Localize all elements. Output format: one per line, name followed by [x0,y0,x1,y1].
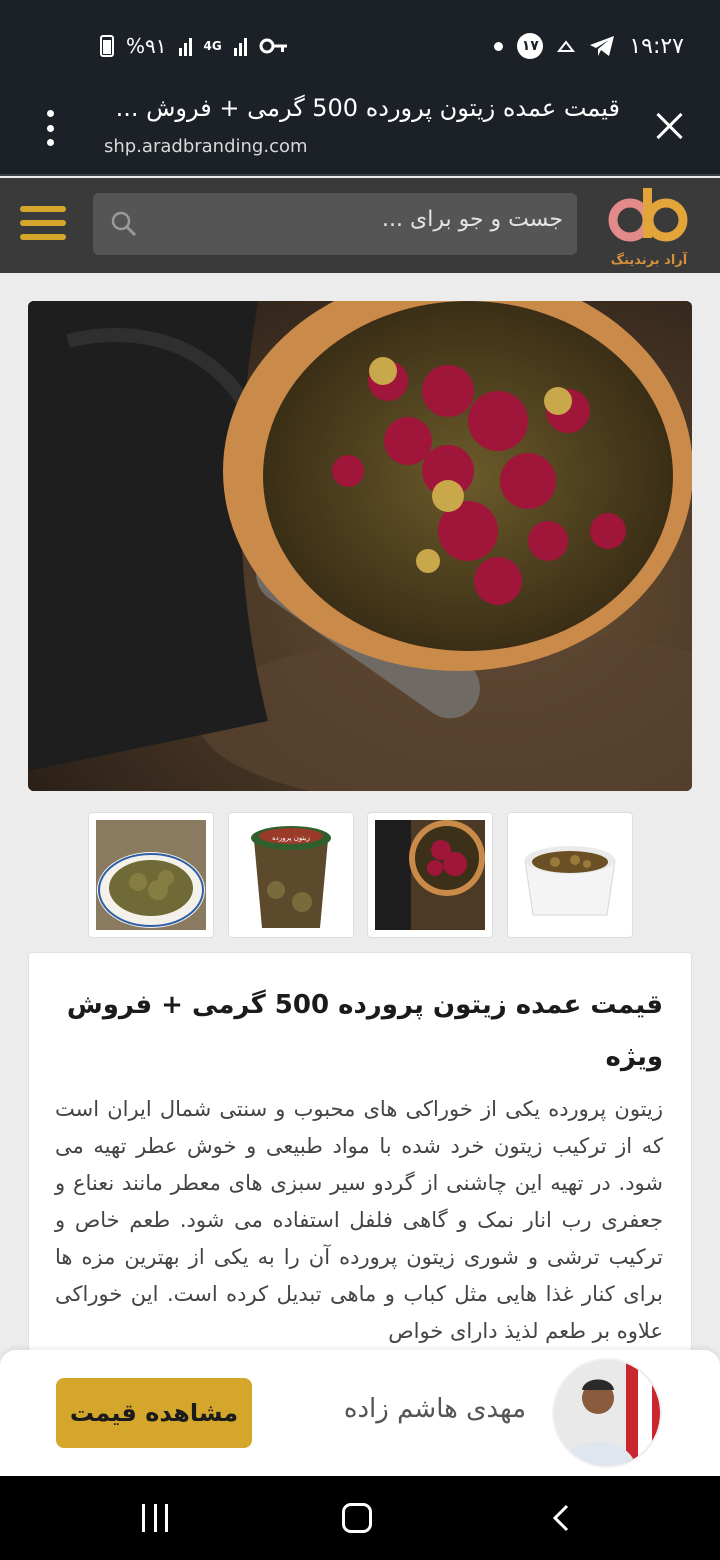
browser-tab-bar: قیمت عمده زیتون پرورده 500 گرمی + فروش .… [0,90,720,176]
battery-icon [100,35,114,57]
signal-icon-2 [233,36,247,56]
contact-bar: مشاهده قیمت مهدی هاشم زاده [0,1350,720,1476]
notification-count-badge: ۱۷ [517,33,544,59]
recycle-icon [557,40,576,52]
avatar[interactable] [552,1358,662,1468]
clock: ۱۹:۲۷ [629,33,684,59]
search-icon[interactable] [111,211,137,237]
logo-icon [608,188,688,242]
thumbnail-jar-image: زیتون پرورده [236,820,346,930]
thumbnail-jar[interactable]: زیتون پرورده [228,812,354,938]
ramekin-photo [515,820,625,930]
tab-url: shp.aradbranding.com [104,136,308,157]
signal-icon [178,36,192,56]
product-description: زیتون پرورده یکی از خوراکی های محبوب و س… [55,1097,663,1343]
thumbnail-ramekin-image [515,820,625,930]
product-info-card: قیمت عمده زیتون پرورده 500 گرمی + فروش و… [28,952,692,1372]
tab-title: قیمت عمده زیتون پرورده 500 گرمی + فروش .… [115,94,620,122]
more-options-icon[interactable] [40,110,60,146]
site-header: جست و جو برای ... آراد برندینگ [0,178,720,273]
battery-level: %۹۱ [126,34,167,58]
telegram-icon [590,36,615,56]
plate-photo [96,820,206,930]
product-main-image[interactable] [28,301,692,791]
logo[interactable]: آراد برندینگ [604,184,694,268]
status-bar: %۹۱ 4G ۱۷ ۱۹:۲۷ [0,0,720,90]
system-nav-bar [0,1476,720,1560]
hamburger-menu-icon[interactable] [20,206,66,240]
status-icons-left: %۹۱ 4G [100,30,289,62]
search-placeholder: جست و جو برای ... [382,207,563,232]
thumbnail-ramekin[interactable] [507,812,633,938]
thumbnail-bowl[interactable] [367,812,493,938]
network-type: 4G [203,39,222,53]
back-icon[interactable] [549,1504,573,1532]
home-icon[interactable] [342,1503,372,1533]
view-price-button[interactable]: مشاهده قیمت [56,1378,252,1448]
thumbnail-bowl-image [375,820,485,930]
search-input[interactable]: جست و جو برای ... [93,193,577,255]
jar-label-text: زیتون پرورده [272,834,310,842]
status-icons-right: ۱۷ ۱۹:۲۷ [494,30,684,62]
thumbnail-strip: زیتون پرورده [88,812,633,938]
logo-text: آراد برندینگ [610,253,688,268]
key-icon [259,38,287,54]
thumbnail-plate-image [96,820,206,930]
bowl-photo [375,820,485,930]
notification-dot-icon [494,41,504,51]
screen: %۹۱ 4G ۱۷ ۱۹:۲۷ قیمت عمده زیتون پرورده 5… [0,0,720,1560]
recents-icon[interactable] [142,1504,168,1532]
product-title: قیمت عمده زیتون پرورده 500 گرمی + فروش و… [66,990,663,1072]
close-icon[interactable] [656,112,684,140]
olive-bowl-photo [28,301,692,791]
thumbnail-plate[interactable] [88,812,214,938]
seller-photo [554,1360,660,1466]
seller-name: مهدی هاشم زاده [343,1394,526,1424]
jar-photo: زیتون پرورده [236,820,346,930]
